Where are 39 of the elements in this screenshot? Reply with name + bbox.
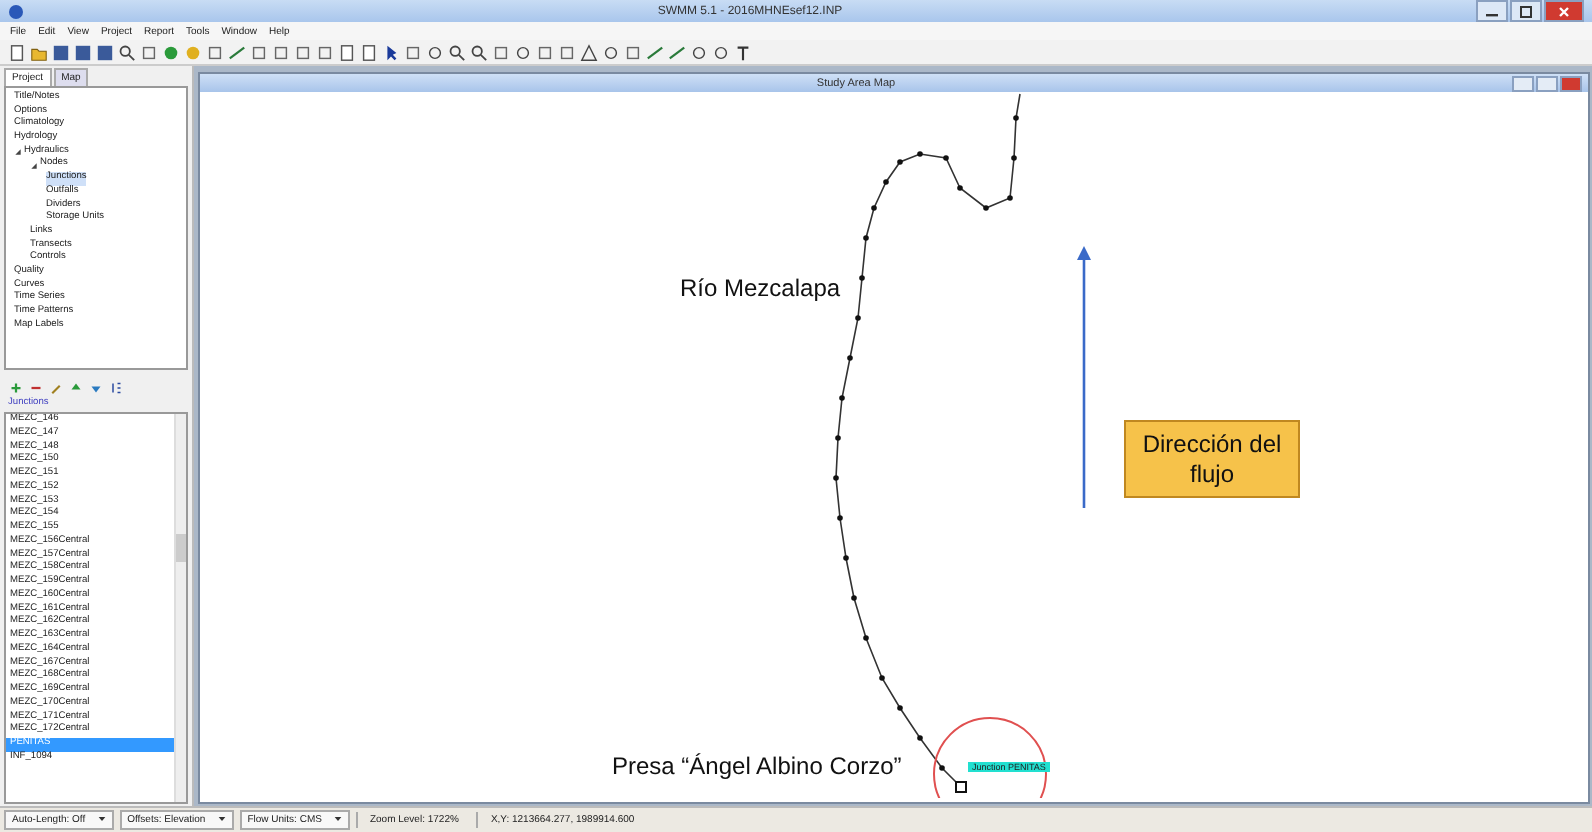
maximize-button[interactable] bbox=[1510, 0, 1542, 22]
flow-direction-label: Dirección del flujo bbox=[1124, 420, 1300, 498]
edit-icon[interactable] bbox=[50, 382, 62, 394]
circle-icon[interactable] bbox=[602, 43, 620, 61]
minimize-button[interactable] bbox=[1476, 0, 1508, 22]
add-icon[interactable] bbox=[10, 382, 22, 394]
find-icon[interactable] bbox=[118, 43, 136, 61]
pointer-icon[interactable] bbox=[382, 43, 400, 61]
close-button[interactable] bbox=[1544, 0, 1584, 22]
box-icon[interactable] bbox=[272, 43, 290, 61]
close-icon bbox=[1556, 3, 1572, 19]
dam-label: Presa “Ángel Albino Corzo” bbox=[612, 752, 902, 780]
zoom-in-icon[interactable] bbox=[448, 43, 466, 61]
down-arrow-icon[interactable] bbox=[90, 382, 102, 394]
close-button[interactable] bbox=[1560, 75, 1582, 91]
caret-icon bbox=[97, 816, 106, 822]
box-icon[interactable] bbox=[250, 43, 268, 61]
triangle-icon[interactable] bbox=[580, 43, 598, 61]
minus-icon[interactable] bbox=[30, 382, 42, 394]
circle-icon[interactable] bbox=[426, 43, 444, 61]
square-icon[interactable] bbox=[536, 43, 554, 61]
app-icon bbox=[8, 3, 24, 19]
line-icon[interactable] bbox=[646, 43, 664, 61]
text-icon[interactable] bbox=[734, 43, 752, 61]
up-arrow-icon[interactable] bbox=[70, 382, 82, 394]
scrollbar[interactable] bbox=[174, 414, 186, 802]
caret-icon bbox=[217, 816, 226, 822]
box-icon[interactable] bbox=[294, 43, 312, 61]
line-icon[interactable] bbox=[228, 43, 246, 61]
caret-icon bbox=[333, 816, 342, 822]
expander-icon[interactable] bbox=[14, 148, 22, 157]
expander-icon[interactable] bbox=[30, 161, 38, 170]
sort-icon[interactable] bbox=[110, 382, 122, 394]
maximize-icon bbox=[1518, 3, 1534, 19]
river-label: Río Mezcalapa bbox=[680, 274, 841, 302]
document-icon[interactable] bbox=[8, 43, 26, 61]
box-icon[interactable] bbox=[316, 43, 334, 61]
rect-icon[interactable] bbox=[558, 43, 576, 61]
zoom-out-icon[interactable] bbox=[470, 43, 488, 61]
